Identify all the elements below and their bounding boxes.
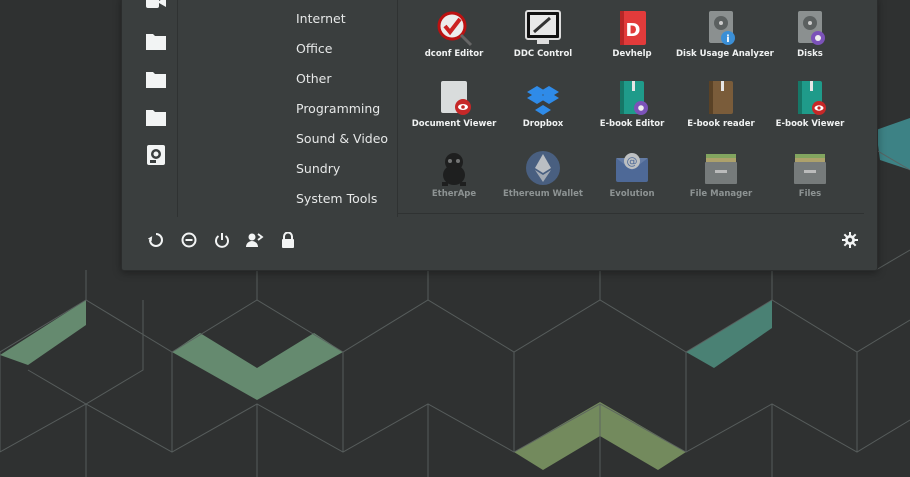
app-etherape[interactable]: EtherApe — [409, 142, 499, 208]
restart-button[interactable] — [146, 230, 166, 250]
file-manager-icon — [705, 154, 737, 184]
dconf-editor-icon — [437, 11, 473, 47]
switch-user-button[interactable] — [245, 230, 265, 250]
app-label: E-book Viewer — [775, 119, 845, 129]
ebook-viewer-icon — [798, 81, 826, 115]
wallpaper-hex-accent — [172, 333, 343, 400]
ebook-editor-icon — [620, 81, 648, 115]
category-sundry[interactable]: Sundry — [296, 161, 340, 176]
folder-icon — [146, 110, 166, 126]
applications-grid: dconf Editor DDC Control D Devhelp i Dis… — [398, 0, 864, 214]
suspend-icon — [181, 232, 197, 248]
session-bar — [122, 220, 877, 260]
disk-usage-analyzer-icon: i — [709, 11, 735, 45]
app-label: dconf Editor — [424, 49, 484, 59]
ddc-control-icon — [525, 10, 561, 44]
app-dropbox[interactable]: Dropbox — [498, 72, 588, 138]
app-label: E-book reader — [687, 119, 755, 129]
app-label: Devhelp — [612, 49, 652, 59]
app-ddc-control[interactable]: DDC Control — [498, 2, 588, 68]
app-label: Disks — [797, 49, 823, 59]
wallpaper-hex-accent — [0, 300, 86, 365]
category-other[interactable]: Other — [296, 71, 332, 86]
shutdown-icon — [215, 233, 229, 248]
category-sound-video[interactable]: Sound & Video — [296, 131, 388, 146]
app-evolution[interactable]: @ Evolution — [587, 142, 677, 208]
app-ebook-editor[interactable]: E-book Editor — [587, 72, 677, 138]
app-file-manager[interactable]: File Manager — [676, 142, 766, 208]
category-office[interactable]: Office — [296, 41, 333, 56]
app-label: Evolution — [609, 189, 655, 199]
app-label: E-book Editor — [599, 119, 665, 129]
app-disk-usage-analyzer[interactable]: i Disk Usage Analyzer — [676, 2, 774, 68]
app-disks[interactable]: Disks — [765, 2, 855, 68]
restart-icon — [148, 233, 163, 247]
favorite-folder-3[interactable] — [145, 106, 167, 128]
app-document-viewer[interactable]: Document Viewer — [409, 72, 499, 138]
app-label: DDC Control — [513, 49, 573, 59]
lock-button[interactable] — [278, 230, 298, 250]
favorite-harddisk[interactable] — [145, 144, 167, 166]
suspend-button[interactable] — [179, 230, 199, 250]
folder-icon — [146, 34, 166, 50]
app-label: Disk Usage Analyzer — [676, 49, 774, 59]
app-ethereum-wallet[interactable]: Ethereum Wallet — [498, 142, 588, 208]
category-internet[interactable]: Internet — [296, 11, 346, 26]
app-label: Document Viewer — [411, 119, 497, 129]
favorite-video-camera[interactable] — [145, 0, 167, 14]
app-label: File Manager — [689, 189, 753, 199]
app-label: Files — [798, 189, 822, 199]
settings-button[interactable] — [840, 230, 860, 250]
favorite-folder-1[interactable] — [145, 30, 167, 52]
shutdown-button[interactable] — [212, 230, 232, 250]
document-viewer-icon — [441, 81, 471, 115]
app-label: EtherApe — [431, 189, 477, 199]
svg-text:@: @ — [627, 155, 638, 168]
app-ebook-viewer[interactable]: E-book Viewer — [765, 72, 855, 138]
settings-gear-icon — [842, 232, 858, 248]
devhelp-icon: D — [620, 11, 646, 45]
switch-user-icon — [246, 233, 264, 247]
ethereum-wallet-icon — [526, 151, 560, 185]
wallpaper-hex-accent — [686, 300, 772, 368]
evolution-icon: @ — [616, 153, 648, 182]
categories-column: Internet Office Other Programming Sound … — [178, 0, 398, 217]
svg-text:D: D — [626, 20, 641, 41]
dropbox-icon — [527, 86, 559, 115]
app-devhelp[interactable]: D Devhelp — [587, 2, 677, 68]
svg-text:i: i — [726, 34, 729, 45]
video-camera-icon — [146, 0, 166, 8]
favorites-column — [134, 0, 178, 217]
files-icon — [794, 154, 826, 184]
wallpaper-hex-accent — [876, 118, 910, 170]
etherape-icon — [442, 153, 466, 186]
disks-icon — [798, 11, 825, 45]
folder-icon — [146, 72, 166, 88]
app-dconf-editor[interactable]: dconf Editor — [409, 2, 499, 68]
app-label: Ethereum Wallet — [503, 189, 583, 199]
app-files[interactable]: Files — [765, 142, 855, 208]
favorite-folder-2[interactable] — [145, 68, 167, 90]
application-menu: Internet Office Other Programming Sound … — [121, 0, 878, 271]
ebook-reader-icon — [709, 81, 733, 114]
harddisk-icon — [147, 145, 165, 165]
category-programming[interactable]: Programming — [296, 101, 380, 116]
app-label: Dropbox — [522, 119, 564, 129]
category-system-tools[interactable]: System Tools — [296, 191, 377, 206]
app-ebook-reader[interactable]: E-book reader — [676, 72, 766, 138]
lock-icon — [282, 232, 294, 248]
